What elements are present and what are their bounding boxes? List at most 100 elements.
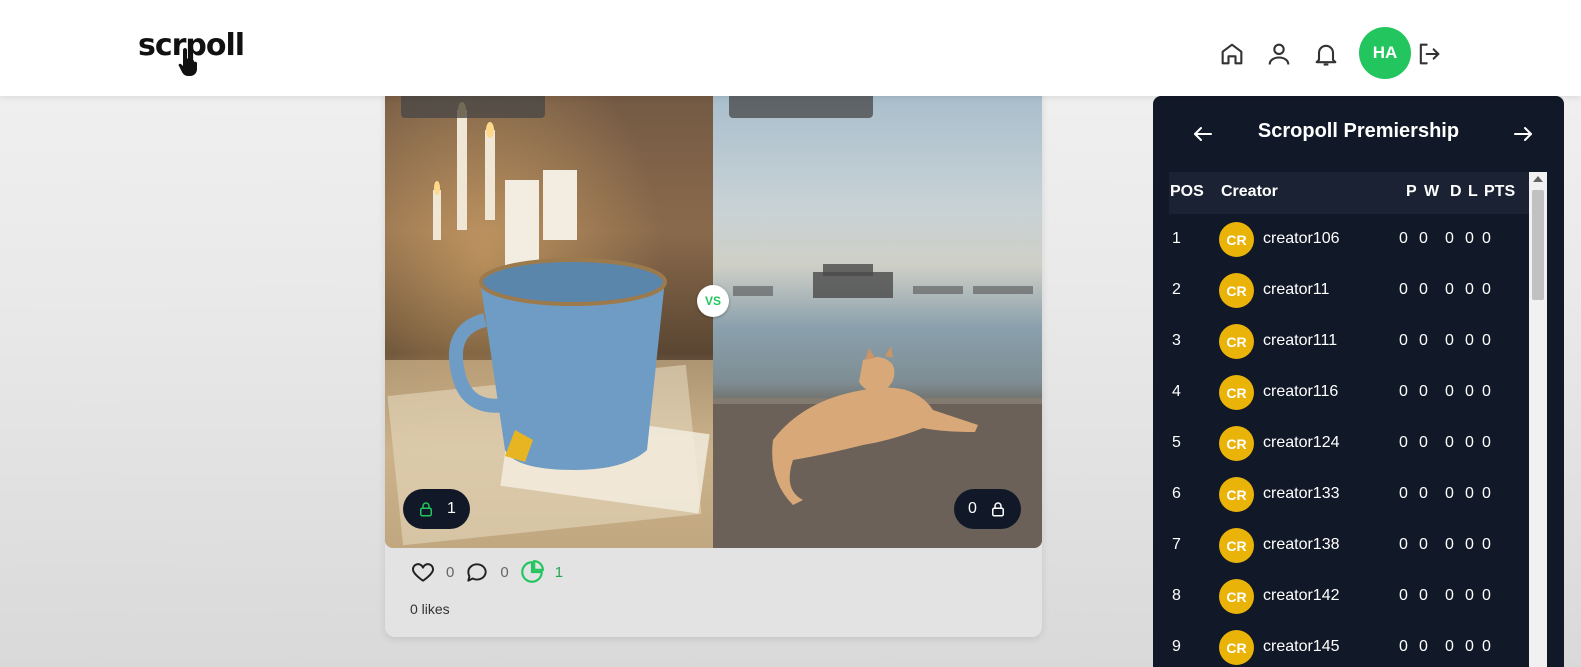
row-position: 6: [1172, 485, 1181, 502]
col-creator: Creator: [1221, 183, 1278, 200]
table-row[interactable]: 4 CR creator116 0 0 0 0 0: [1169, 367, 1529, 418]
creator-name[interactable]: creator11: [1263, 281, 1329, 299]
creator-avatar: CR: [1219, 630, 1254, 665]
vote-button-right[interactable]: 0: [954, 489, 1021, 529]
pie-chart-icon[interactable]: [519, 559, 545, 585]
premiership-table: POS Creator P W D L PTS 1 CR creator106 …: [1169, 172, 1529, 667]
row-w: 0: [1419, 638, 1428, 655]
row-p: 0: [1399, 434, 1408, 451]
row-w: 0: [1419, 434, 1428, 451]
row-position: 9: [1172, 638, 1181, 655]
table-row[interactable]: 6 CR creator133 0 0 0 0 0: [1169, 469, 1529, 520]
comments-count: 0: [500, 563, 509, 581]
col-w: W: [1424, 183, 1440, 200]
creator-name[interactable]: creator106: [1263, 230, 1340, 248]
row-pts: 0: [1482, 536, 1491, 553]
row-l: 0: [1465, 638, 1474, 655]
row-pts: 0: [1482, 587, 1491, 604]
row-d: 0: [1445, 383, 1454, 400]
table-row[interactable]: 3 CR creator111 0 0 0 0 0: [1169, 316, 1529, 367]
top-navbar: scrpoll HA: [0, 0, 1581, 96]
creator-name[interactable]: creator124: [1263, 434, 1340, 452]
creator-name[interactable]: creator145: [1263, 638, 1340, 656]
bell-icon[interactable]: [1312, 40, 1340, 68]
creator-avatar: CR: [1219, 273, 1254, 308]
row-d: 0: [1445, 434, 1454, 451]
col-pos: POS: [1170, 183, 1204, 200]
comment-icon[interactable]: [464, 559, 490, 585]
row-w: 0: [1419, 587, 1428, 604]
row-pts: 0: [1482, 383, 1491, 400]
row-p: 0: [1399, 332, 1408, 349]
vote-count-right: 0: [968, 500, 977, 517]
creator-name[interactable]: creator116: [1263, 383, 1338, 401]
creator-avatar: CR: [1219, 324, 1254, 359]
row-position: 7: [1172, 536, 1181, 553]
creator-avatar: CR: [1219, 375, 1254, 410]
poll-option-left-image[interactable]: [385, 60, 713, 548]
table-row[interactable]: 7 CR creator138 0 0 0 0 0: [1169, 520, 1529, 571]
row-p: 0: [1399, 281, 1408, 298]
home-icon[interactable]: [1218, 40, 1246, 68]
row-d: 0: [1445, 638, 1454, 655]
col-d: D: [1450, 183, 1462, 200]
vs-badge: VS: [697, 285, 729, 317]
row-p: 0: [1399, 536, 1408, 553]
row-w: 0: [1419, 230, 1428, 247]
logout-icon[interactable]: [1415, 40, 1443, 68]
scroll-up-icon[interactable]: [1533, 176, 1543, 182]
row-l: 0: [1465, 230, 1474, 247]
poll-option-right-image[interactable]: [713, 60, 1042, 548]
col-pts: PTS: [1484, 183, 1516, 200]
creator-avatar: CR: [1219, 426, 1254, 461]
scrollbar-thumb[interactable]: [1532, 190, 1544, 300]
heart-icon[interactable]: [410, 559, 436, 585]
likes-summary: 0 likes: [410, 601, 450, 617]
row-p: 0: [1399, 383, 1408, 400]
col-p: P: [1406, 183, 1417, 200]
post-actions: 0 0 1: [410, 558, 573, 586]
premiership-panel: Scropoll Premiership POS Creator P W D L…: [1153, 96, 1564, 667]
row-d: 0: [1445, 281, 1454, 298]
row-position: 8: [1172, 587, 1181, 604]
table-header: POS Creator P W D L PTS: [1169, 172, 1529, 214]
arrow-right-icon[interactable]: [1511, 122, 1535, 146]
row-d: 0: [1445, 230, 1454, 247]
creator-avatar: CR: [1219, 528, 1254, 563]
likes-count: 0: [446, 563, 455, 581]
polls-count: 1: [554, 563, 564, 581]
row-position: 5: [1172, 434, 1181, 451]
row-position: 2: [1172, 281, 1181, 298]
lock-icon: [991, 502, 1004, 517]
user-icon[interactable]: [1265, 40, 1293, 68]
creator-avatar: CR: [1219, 477, 1254, 512]
creator-name[interactable]: creator111: [1263, 332, 1337, 350]
row-pts: 0: [1482, 281, 1491, 298]
user-avatar[interactable]: HA: [1359, 27, 1411, 79]
creator-name[interactable]: creator138: [1263, 536, 1340, 554]
table-row[interactable]: 1 CR creator106 0 0 0 0 0: [1169, 214, 1529, 265]
vote-button-left[interactable]: 1: [403, 489, 470, 529]
creator-name[interactable]: creator133: [1263, 485, 1340, 503]
creator-avatar: CR: [1219, 222, 1254, 257]
row-pts: 0: [1482, 434, 1491, 451]
row-p: 0: [1399, 485, 1408, 502]
row-p: 0: [1399, 638, 1408, 655]
tea-mug-photo: [385, 102, 713, 548]
row-l: 0: [1465, 434, 1474, 451]
creator-name[interactable]: creator142: [1263, 587, 1340, 605]
table-row[interactable]: 8 CR creator142 0 0 0 0 0: [1169, 571, 1529, 622]
row-l: 0: [1465, 332, 1474, 349]
table-row[interactable]: 5 CR creator124 0 0 0 0 0: [1169, 418, 1529, 469]
row-d: 0: [1445, 587, 1454, 604]
cat-sea-photo: [713, 264, 1042, 548]
row-pts: 0: [1482, 332, 1491, 349]
row-d: 0: [1445, 332, 1454, 349]
table-row[interactable]: 9 CR creator145 0 0 0 0 0: [1169, 622, 1529, 667]
row-p: 0: [1399, 587, 1408, 604]
table-row[interactable]: 2 CR creator11 0 0 0 0 0: [1169, 265, 1529, 316]
row-pts: 0: [1482, 230, 1491, 247]
vote-count-left: 1: [447, 500, 456, 517]
row-w: 0: [1419, 485, 1428, 502]
row-l: 0: [1465, 281, 1474, 298]
